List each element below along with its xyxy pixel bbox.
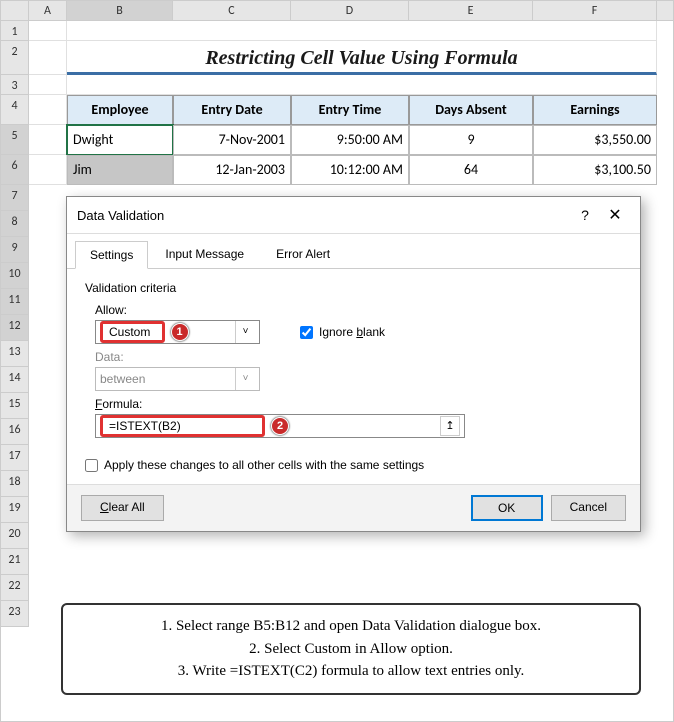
instruction-caption: 1. Select range B5:B12 and open Data Val… [61,603,641,695]
caption-line-3: 3. Write =ISTEXT(C2) formula to allow te… [77,660,625,683]
col-header-F[interactable]: F [533,1,657,20]
close-icon[interactable]: ✕ [600,205,630,225]
hdr-entry-date[interactable]: Entry Date [173,95,291,125]
row-header-15[interactable]: 15 [1,393,29,419]
row-header-3[interactable]: 3 [1,75,29,95]
hdr-days-absent[interactable]: Days Absent [409,95,533,125]
data-value: between [100,372,235,386]
apply-changes-row[interactable]: Apply these changes to all other cells w… [85,458,622,472]
row-header-11[interactable]: 11 [1,289,29,315]
cell-D6[interactable]: 10:12:00 AM [291,155,409,185]
caption-line-2: 2. Select Custom in Allow option. [77,638,625,661]
row-header-12[interactable]: 12 [1,315,29,341]
allow-label: Allow: [95,303,622,317]
row-header-10[interactable]: 10 [1,263,29,289]
allow-select[interactable]: Custom 1 ˅ [95,320,260,344]
row-header-22[interactable]: 22 [1,575,29,601]
col-header-E[interactable]: E [409,1,533,20]
ignore-blank-label: Ignore blank [319,325,385,339]
ok-button[interactable]: OK [471,495,543,521]
row-header-20[interactable]: 20 [1,523,29,549]
row-header-21[interactable]: 21 [1,549,29,575]
page-title[interactable]: Restricting Cell Value Using Formula [67,41,657,75]
cancel-button[interactable]: Cancel [551,495,626,521]
cell-B5[interactable]: Dwight [67,125,173,155]
caption-line-1: 1. Select range B5:B12 and open Data Val… [77,615,625,638]
cell-A1[interactable] [29,21,67,41]
row-header-8[interactable]: 8 [1,211,29,237]
row-header-14[interactable]: 14 [1,367,29,393]
hdr-employee[interactable]: Employee [67,95,173,125]
row-header-5[interactable]: 5 [1,125,29,155]
dialog-buttons: Clear All OK Cancel [67,484,640,531]
hdr-entry-time[interactable]: Entry Time [291,95,409,125]
row-header-18[interactable]: 18 [1,471,29,497]
cell-A6[interactable] [29,155,67,185]
ignore-blank-row[interactable]: Ignore blank [300,325,385,339]
cell-A4[interactable] [29,95,67,125]
row-header-16[interactable]: 16 [1,419,29,445]
cell-E6[interactable]: 64 [409,155,533,185]
col-header-A[interactable]: A [29,1,67,20]
data-label: Data: [95,350,622,364]
formula-input-wrap[interactable]: =ISTEXT(B2) 2 ↥ [95,414,465,438]
col-header-B[interactable]: B [67,1,173,20]
row-header-23[interactable]: 23 [1,601,29,627]
dialog-titlebar[interactable]: Data Validation ? ✕ [67,197,640,234]
ignore-blank-checkbox[interactable] [300,326,313,339]
chevron-down-icon: ˅ [235,368,255,390]
data-select: between ˅ [95,367,260,391]
cell-C5[interactable]: 7-Nov-2001 [173,125,291,155]
col-header-D[interactable]: D [291,1,409,20]
criteria-label: Validation criteria [85,281,622,295]
apply-changes-checkbox[interactable] [85,459,98,472]
row-header-2[interactable]: 2 [1,41,29,75]
dialog-body: Validation criteria Allow: Custom 1 ˅ Ig… [67,269,640,484]
data-validation-dialog: Data Validation ? ✕ Settings Input Messa… [66,196,641,532]
formula-value[interactable]: =ISTEXT(B2) [100,415,265,437]
marker-2: 2 [271,417,289,435]
help-icon[interactable]: ? [570,207,600,223]
apply-changes-label: Apply these changes to all other cells w… [104,458,424,472]
formula-label: Formula: [95,397,622,411]
row-header-6[interactable]: 6 [1,155,29,185]
allow-value: Custom [100,321,165,343]
dialog-title: Data Validation [77,208,570,223]
cell-C6[interactable]: 12-Jan-2003 [173,155,291,185]
cell-E5[interactable]: 9 [409,125,533,155]
col-header-C[interactable]: C [173,1,291,20]
chevron-down-icon[interactable]: ˅ [235,321,255,343]
tab-settings[interactable]: Settings [75,241,148,269]
cell-B1[interactable] [67,21,657,41]
cell-A5[interactable] [29,125,67,155]
row-header-9[interactable]: 9 [1,237,29,263]
row-header-1[interactable]: 1 [1,21,29,41]
cell-A2[interactable] [29,41,67,75]
row-header-19[interactable]: 19 [1,497,29,523]
tab-error-alert[interactable]: Error Alert [261,240,345,268]
marker-1: 1 [171,323,189,341]
row-header-7[interactable]: 7 [1,185,29,211]
clear-all-button[interactable]: Clear All [81,495,164,521]
row-header-17[interactable]: 17 [1,445,29,471]
row-headers-col: 1 2 3 4 5 6 7 8 9 10 11 12 13 14 15 16 1… [1,21,29,627]
cell-F6[interactable]: $3,100.50 [533,155,657,185]
tab-input-message[interactable]: Input Message [150,240,259,268]
row-header-13[interactable]: 13 [1,341,29,367]
cell-B6[interactable]: Jim [67,155,173,185]
select-all-corner[interactable] [1,1,29,20]
row-header-4[interactable]: 4 [1,95,29,125]
cell-F5[interactable]: $3,550.00 [533,125,657,155]
collapse-icon[interactable]: ↥ [440,416,460,436]
cell-B3[interactable] [67,75,657,95]
cell-A3[interactable] [29,75,67,95]
hdr-earnings[interactable]: Earnings [533,95,657,125]
column-header-row: A B C D E F [1,1,673,21]
dialog-tabs: Settings Input Message Error Alert [67,234,640,269]
cell-D5[interactable]: 9:50:00 AM [291,125,409,155]
